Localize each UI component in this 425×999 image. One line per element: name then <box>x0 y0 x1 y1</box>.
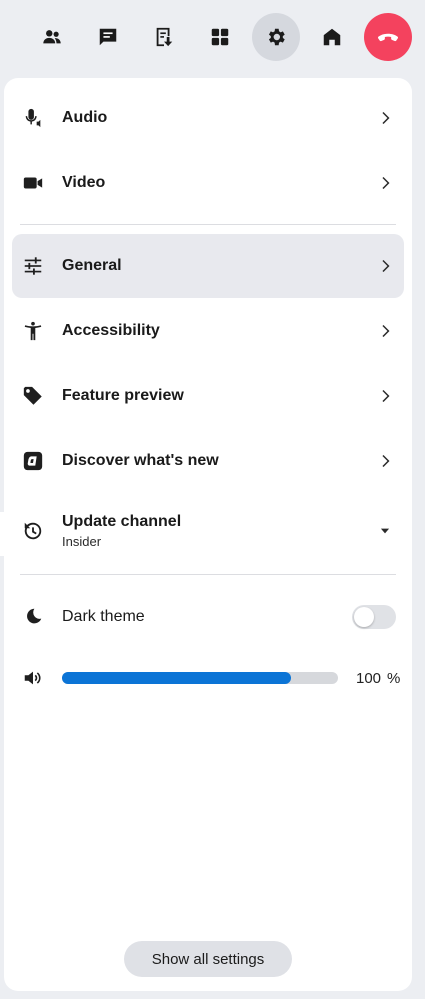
chat-icon <box>99 28 117 46</box>
chevron-right-icon <box>374 107 396 129</box>
toggle-knob <box>354 607 374 627</box>
menu-item-label: General <box>62 257 122 274</box>
dark-theme-toggle[interactable] <box>352 605 396 629</box>
chevron-right-icon <box>374 385 396 407</box>
dark-theme-row: Dark theme <box>12 585 404 649</box>
dark-theme-label: Dark theme <box>62 608 145 625</box>
people-icon <box>43 30 61 44</box>
chevron-right-icon <box>374 320 396 342</box>
top-toolbar <box>0 0 425 76</box>
divider <box>20 574 396 575</box>
menu-item-label: Audio <box>62 109 108 126</box>
menu-item-update-channel[interactable]: Update channel Insider <box>12 498 404 564</box>
volume-row: 100 % <box>12 646 404 710</box>
collapse-handle[interactable] <box>0 512 6 556</box>
update-channel-title: Update channel <box>62 513 182 530</box>
chevron-right-icon <box>374 172 396 194</box>
menu-item-label: Video <box>62 174 106 191</box>
captions-icon <box>156 27 173 47</box>
phone-hangup-icon <box>377 33 399 42</box>
menu-item-audio[interactable]: Audio <box>12 86 404 150</box>
settings-button[interactable] <box>252 13 300 61</box>
microphone-speaker-icon <box>22 107 44 129</box>
menu-item-label: Discover what's new <box>62 452 219 469</box>
update-channel-value: Insider <box>62 534 102 549</box>
hangup-button[interactable] <box>364 13 412 61</box>
settings-panel: Audio Video General Accessibility Featur… <box>4 78 412 991</box>
menu-item-label: Accessibility <box>62 322 160 339</box>
history-icon <box>22 520 44 542</box>
accessibility-icon <box>22 320 44 342</box>
home-icon <box>323 28 341 46</box>
app-logo-icon <box>22 450 44 472</box>
menu-item-general[interactable]: General <box>12 234 404 298</box>
menu-item-feature-preview[interactable]: Feature preview <box>12 364 404 428</box>
captions-button[interactable] <box>140 13 188 61</box>
volume-slider-fill <box>62 672 292 684</box>
show-all-settings-button[interactable]: Show all settings <box>124 941 292 977</box>
menu-item-accessibility[interactable]: Accessibility <box>12 299 404 363</box>
grid-icon <box>211 28 229 46</box>
caret-down-icon <box>374 520 396 542</box>
menu-item-video[interactable]: Video <box>12 151 404 215</box>
menu-item-label: Feature preview <box>62 387 184 404</box>
sliders-icon <box>22 255 44 277</box>
volume-slider[interactable] <box>62 672 338 684</box>
gear-icon <box>268 28 285 46</box>
volume-value: 100 <box>356 669 382 687</box>
home-button[interactable] <box>308 13 356 61</box>
chevron-right-icon <box>374 255 396 277</box>
divider <box>20 224 396 225</box>
chevron-right-icon <box>374 450 396 472</box>
volume-unit: % <box>387 669 401 687</box>
tag-icon <box>22 385 44 407</box>
speaker-icon <box>22 667 44 689</box>
chat-button[interactable] <box>84 13 132 61</box>
menu-item-discover[interactable]: Discover what's new <box>12 429 404 493</box>
layout-button[interactable] <box>196 13 244 61</box>
video-camera-icon <box>22 172 44 194</box>
people-button[interactable] <box>28 13 76 61</box>
menu-item-label: Update channel Insider <box>62 513 374 549</box>
moon-icon <box>22 606 44 628</box>
